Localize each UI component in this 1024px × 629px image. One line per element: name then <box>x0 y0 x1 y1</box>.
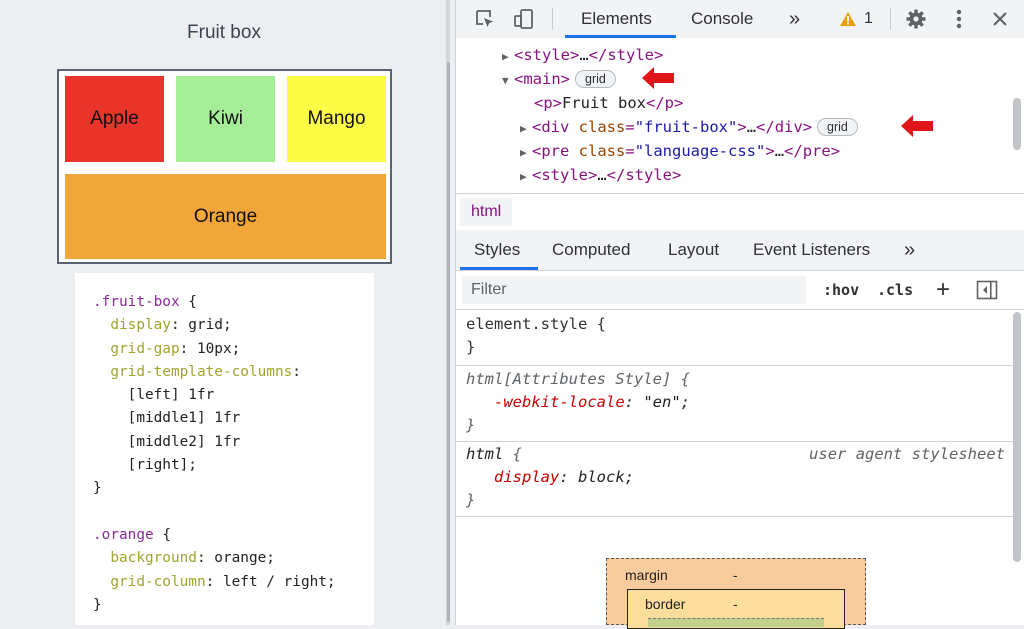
new-style-rule-button[interactable]: + <box>936 276 950 304</box>
cls-toggle-button[interactable]: .cls <box>877 276 913 304</box>
filter-bar: :hov .cls + <box>456 271 1024 310</box>
code-token: .orange <box>93 526 154 543</box>
breadcrumb-item-html[interactable]: html <box>460 198 513 226</box>
code-token: display <box>93 317 171 334</box>
code-token: { <box>179 294 197 310</box>
kebab-menu-icon[interactable] <box>946 6 972 32</box>
inspect-element-icon[interactable] <box>472 6 498 32</box>
box-model-margin-label: margin <box>625 567 668 583</box>
dom-tree: ▶ <style>…</style> ▼ <main> grid <p>Fruit b… <box>456 38 1024 193</box>
red-arrow-icon <box>901 115 933 137</box>
box-model-border-label: border <box>645 596 686 612</box>
code-token: grid-template-columns <box>93 363 293 380</box>
fruit-orange: Orange <box>65 174 386 259</box>
box-model-margin-value[interactable]: - <box>733 567 738 583</box>
box-model-margin: margin - border - <box>606 558 866 629</box>
tab-elements[interactable]: Elements <box>581 0 652 38</box>
grid-badge[interactable]: grid <box>575 70 616 88</box>
code-token: } <box>93 596 102 613</box>
box-model-padding <box>648 618 824 627</box>
dom-node-style-2[interactable]: ▶ <style>…</style> <box>520 163 681 187</box>
rule-origin: user agent stylesheet <box>809 445 1005 463</box>
toggle-sidebar-icon[interactable] <box>974 277 1000 303</box>
devtools-panel: Elements Console » 1 ▶ <style>…</style> ▼… <box>455 0 1024 629</box>
dom-node-div-fruit-box[interactable]: ▶ <div class="fruit-box">…</div> grid <box>520 115 858 139</box>
dom-node-main[interactable]: ▼ <main> grid <box>502 67 616 91</box>
expand-triangle-icon[interactable]: ▶ <box>520 165 532 189</box>
rule-declaration[interactable]: -webkit-locale: "en"; <box>494 391 690 414</box>
code-token: : left / right; <box>205 573 336 590</box>
rule-selector[interactable]: html { <box>466 443 522 466</box>
rule-selector[interactable]: html[Attributes Style] { <box>466 368 690 391</box>
code-token: grid-column <box>93 573 206 590</box>
box-model-border-value[interactable]: - <box>733 596 738 612</box>
red-arrow-icon <box>642 67 674 89</box>
filter-input[interactable] <box>462 276 806 304</box>
rule-selector[interactable]: element.style { <box>466 313 606 336</box>
dom-node-pre[interactable]: ▶ <pre class="language-css">…</pre> <box>520 139 840 163</box>
rule-close-brace: } <box>466 491 476 509</box>
hov-toggle-button[interactable]: :hov <box>823 276 859 304</box>
dom-node-p[interactable]: <p>Fruit box</p> <box>534 91 683 115</box>
code-token: background <box>93 550 197 567</box>
box-model-border: border - <box>627 589 845 629</box>
tab-styles-underline <box>460 267 538 270</box>
devtools-toolbar: Elements Console » 1 <box>456 0 1024 39</box>
expand-triangle-icon[interactable]: ▶ <box>502 45 514 69</box>
page-title: Fruit box <box>187 22 261 43</box>
dom-node-style[interactable]: ▶ <style>…</style> <box>502 43 663 67</box>
code-token: [right]; <box>93 457 197 474</box>
css-code-block: .fruit-box { display: grid; grid-gap: 10… <box>75 273 374 625</box>
rule-element-style: element.style { } <box>456 310 1013 366</box>
device-toolbar-icon[interactable] <box>511 6 537 32</box>
styles-tabbar: Styles Computed Layout Event Listeners » <box>456 230 1024 271</box>
page-viewport: Fruit box Apple Kiwi Mango Orange .fruit… <box>0 0 448 625</box>
expand-triangle-icon[interactable]: ▶ <box>520 117 532 141</box>
code-token: { <box>153 526 171 543</box>
fruit-box-grid: Apple Kiwi Mango Orange <box>57 69 392 264</box>
rule-user-agent-html: html { user agent stylesheet display: bl… <box>456 442 1013 517</box>
rule-attributes-style: html[Attributes Style] { -webkit-locale:… <box>456 366 1013 442</box>
code-token: : grid; <box>170 317 232 334</box>
rule-close-brace: } <box>466 338 476 356</box>
tab-console[interactable]: Console <box>691 0 753 38</box>
collapse-triangle-icon[interactable]: ▼ <box>502 69 514 93</box>
more-tabs-chevron-icon[interactable]: » <box>789 0 800 38</box>
code-token: [middle1] 1fr <box>93 410 241 427</box>
css-code: .fruit-box { display: grid; grid-gap: 10… <box>93 291 336 617</box>
dom-scrollbar-thumb[interactable] <box>1013 98 1021 150</box>
fruit-apple: Apple <box>65 76 164 162</box>
close-icon[interactable] <box>987 6 1013 32</box>
warning-icon[interactable] <box>837 6 859 32</box>
expand-triangle-icon[interactable]: ▶ <box>520 141 532 165</box>
tab-styles[interactable]: Styles <box>474 230 520 270</box>
breadcrumb: html <box>456 193 1024 231</box>
code-token: : orange; <box>196 550 275 567</box>
code-token: } <box>93 480 102 497</box>
fruit-kiwi: Kiwi <box>176 76 275 162</box>
code-token: : 10px; <box>179 340 241 357</box>
tab-computed[interactable]: Computed <box>552 230 630 270</box>
grid-badge[interactable]: grid <box>817 118 858 136</box>
code-token: [middle2] 1fr <box>93 433 241 450</box>
gear-icon[interactable] <box>903 6 929 32</box>
code-token: grid-gap <box>93 340 180 357</box>
page-scrollbar-thumb[interactable] <box>447 62 450 622</box>
tab-event-listeners[interactable]: Event Listeners <box>753 230 870 270</box>
warning-count[interactable]: 1 <box>864 0 873 38</box>
code-token: [left] 1fr <box>93 387 215 404</box>
fruit-mango: Mango <box>287 76 386 162</box>
rule-close-brace: } <box>466 416 476 434</box>
rule-declaration[interactable]: display: block; <box>494 466 634 489</box>
code-token: : <box>292 363 301 380</box>
more-tabs-chevron-icon[interactable]: » <box>904 230 915 270</box>
styles-scrollbar-thumb[interactable] <box>1013 312 1021 562</box>
code-token: .fruit-box <box>93 294 180 310</box>
tab-layout[interactable]: Layout <box>668 230 719 270</box>
